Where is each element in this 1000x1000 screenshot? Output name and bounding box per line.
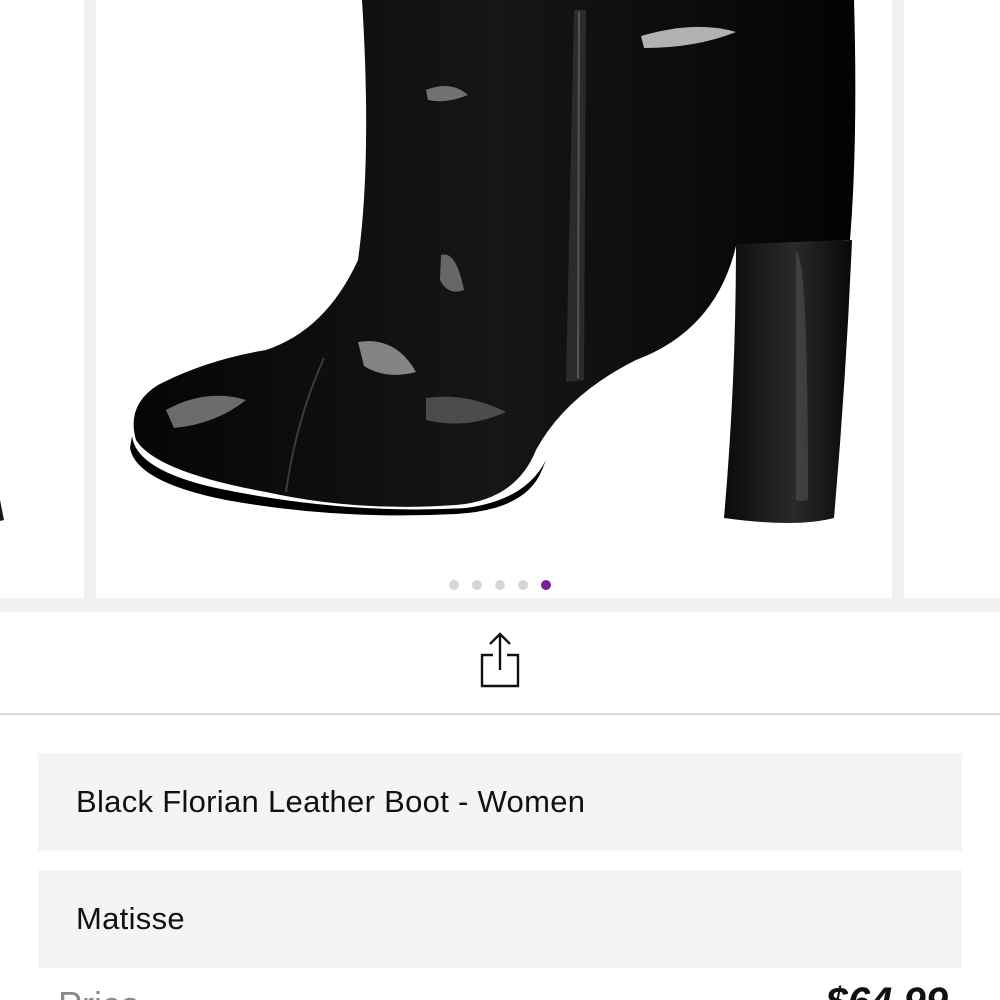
product-image	[96, 0, 892, 598]
share-button[interactable]	[476, 630, 524, 692]
carousel-dot-active[interactable]	[541, 580, 551, 590]
carousel-dot[interactable]	[518, 580, 528, 590]
previous-slide-image[interactable]	[0, 0, 84, 598]
product-image-carousel[interactable]	[0, 0, 1000, 612]
product-title-row: Black Florian Leather Boot - Women	[38, 753, 962, 851]
share-bar	[0, 612, 1000, 715]
next-slide-image[interactable]	[904, 0, 1000, 598]
carousel-dot[interactable]	[449, 580, 459, 590]
carousel-pagination	[0, 580, 1000, 590]
product-brand-row[interactable]: Matisse	[38, 870, 962, 968]
product-brand: Matisse	[76, 901, 185, 936]
product-page: Black Florian Leather Boot - Women Matis…	[0, 0, 1000, 1000]
carousel-dot[interactable]	[472, 580, 482, 590]
price-label: Price	[58, 984, 140, 1000]
carousel-dot[interactable]	[495, 580, 505, 590]
share-icon	[480, 632, 520, 688]
product-title: Black Florian Leather Boot - Women	[76, 784, 586, 819]
price-value: $64.99	[826, 980, 948, 1000]
